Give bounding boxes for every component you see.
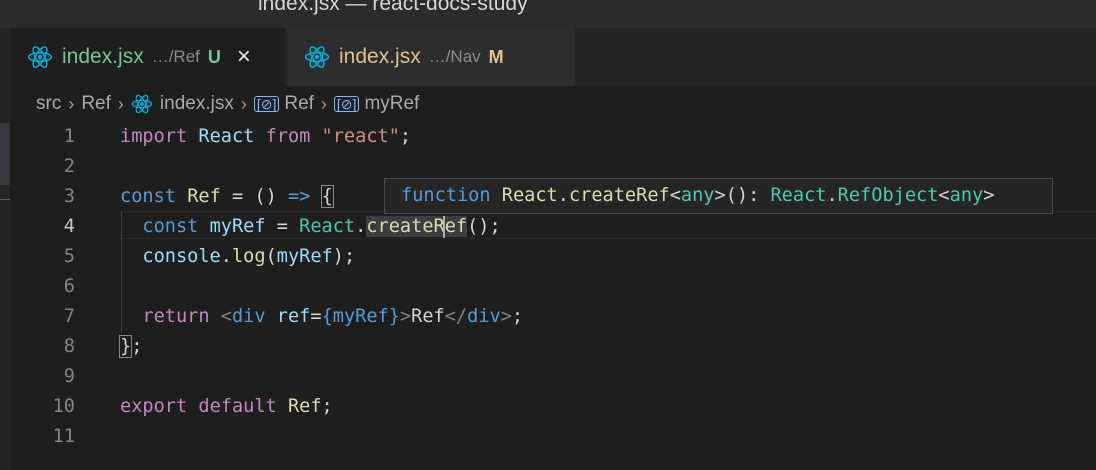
breadcrumb-folder-ref[interactable]: Ref bbox=[81, 93, 111, 115]
code-line: 10 export default Ref; bbox=[0, 392, 1096, 422]
code-text: import React from "react"; bbox=[120, 126, 412, 147]
react-icon bbox=[131, 94, 153, 114]
text-cursor bbox=[443, 216, 445, 238]
tab-bar: index.jsx …/Ref U × index.jsx …/Nav M bbox=[10, 28, 1096, 86]
code-text: console.log(myRef); bbox=[142, 246, 356, 267]
tab-filename: index.jsx bbox=[62, 45, 144, 68]
breadcrumb-file[interactable]: index.jsx bbox=[160, 93, 234, 115]
code-line: 7 return <div ref={myRef}>Ref</div>; bbox=[0, 302, 1096, 332]
breadcrumb-symbol-ref[interactable]: Ref bbox=[284, 93, 314, 115]
line-number: 11 bbox=[52, 426, 75, 447]
line-number: 1 bbox=[63, 126, 75, 147]
code-line: 1 import React from "react"; bbox=[0, 122, 1096, 152]
react-icon bbox=[27, 46, 53, 68]
line-number: 6 bbox=[63, 276, 75, 297]
tab-directory: …/Ref bbox=[151, 47, 200, 66]
breadcrumb-folder-src[interactable]: src bbox=[36, 93, 61, 115]
line-number: 9 bbox=[63, 366, 75, 387]
code-line: 8 }; bbox=[0, 332, 1096, 362]
line-number: 10 bbox=[52, 396, 75, 417]
line-number: 4 bbox=[63, 216, 75, 237]
code-text: return <div ref={myRef}>Ref</div>; bbox=[142, 306, 524, 327]
code-line: 5 console.log(myRef); bbox=[0, 242, 1096, 272]
tab-filename: index.jsx bbox=[339, 45, 421, 68]
bracket-match: } bbox=[118, 335, 133, 358]
code-text: }; bbox=[118, 335, 143, 358]
code-line: 6 bbox=[0, 272, 1096, 302]
tab-directory: …/Nav bbox=[428, 47, 481, 66]
chevron-right-icon: › bbox=[68, 93, 75, 114]
code-text: const Ref = () => { bbox=[120, 185, 334, 208]
bracket-match: { bbox=[320, 185, 334, 208]
window-title: index.jsx — react-docs-study bbox=[258, 0, 528, 15]
chevron-right-icon: › bbox=[117, 93, 124, 114]
code-line: 11 bbox=[0, 422, 1096, 452]
react-icon bbox=[304, 46, 330, 68]
hover-tooltip: function React.createRef<any>(): React.R… bbox=[384, 178, 1053, 214]
code-line-current: 4 const myRef = React.createRef(); bbox=[0, 212, 1096, 242]
tab-nav-index[interactable]: index.jsx …/Nav M bbox=[287, 28, 575, 86]
git-status-badge: U bbox=[207, 46, 221, 67]
line-number: 3 bbox=[63, 186, 75, 207]
breadcrumb-symbol-myref[interactable]: myRef bbox=[364, 93, 419, 115]
chevron-right-icon: › bbox=[320, 93, 327, 114]
breadcrumb: src › Ref › index.jsx › [⊘] Ref › [⊘] my… bbox=[36, 90, 419, 118]
chevron-right-icon: › bbox=[240, 93, 247, 114]
title-bar: index.jsx — react-docs-study bbox=[0, 0, 1096, 28]
symbol-variable-icon: [⊘] bbox=[333, 96, 360, 112]
symbol-variable-icon: [⊘] bbox=[253, 96, 280, 112]
tab-ref-index[interactable]: index.jsx …/Ref U × bbox=[10, 28, 285, 86]
code-text: export default Ref; bbox=[120, 396, 333, 417]
line-number: 2 bbox=[63, 156, 75, 177]
line-number: 8 bbox=[63, 336, 75, 357]
line-number: 7 bbox=[63, 306, 75, 327]
line-number: 5 bbox=[63, 246, 75, 267]
close-icon[interactable]: × bbox=[237, 43, 251, 71]
code-line: 9 bbox=[0, 362, 1096, 392]
git-status-badge: M bbox=[488, 46, 504, 67]
